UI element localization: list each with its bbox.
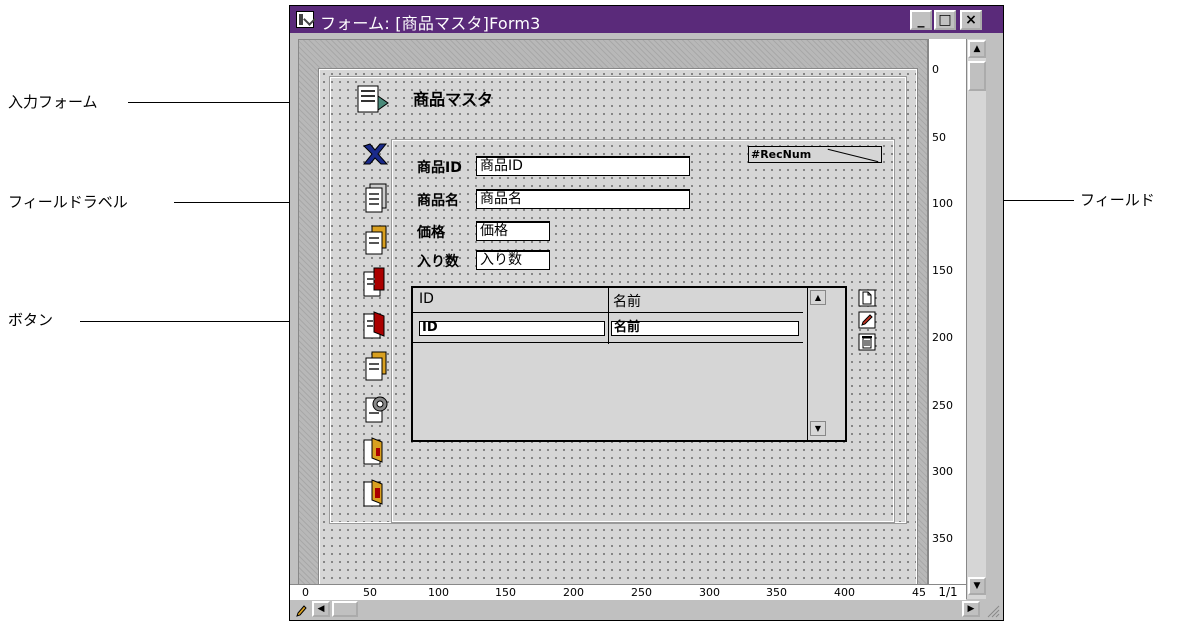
- vruler-tick: 300: [932, 465, 953, 478]
- hruler-tick: 200: [563, 586, 584, 599]
- vruler-tick: 250: [932, 399, 953, 412]
- scroll-down-arrow[interactable]: ▼: [968, 577, 986, 595]
- hruler-tick: 300: [699, 586, 720, 599]
- first-record-button[interactable]: [360, 182, 390, 218]
- subform-delete-button[interactable]: [858, 333, 876, 351]
- hruler-tick: 45: [912, 586, 926, 599]
- hscroll-thumb[interactable]: [332, 601, 358, 617]
- next-record-icon: [363, 267, 385, 297]
- subform-scroll-down[interactable]: ▼: [810, 421, 826, 436]
- hruler-tick: 400: [834, 586, 855, 599]
- print-icon: [365, 396, 388, 423]
- subform-field-id[interactable]: ID: [419, 321, 605, 336]
- edit-pencil-icon: [858, 311, 876, 329]
- save-exit-icon: [363, 437, 383, 465]
- prev-record-icon: [365, 225, 387, 255]
- vruler-tick: 100: [932, 197, 953, 210]
- maximize-button[interactable]: □: [934, 10, 956, 30]
- subform-scrollbar[interactable]: ▲ ▼: [807, 288, 827, 440]
- hruler-tick: 350: [766, 586, 787, 599]
- cancel-exit-icon: [363, 479, 383, 507]
- trash-icon: [858, 333, 876, 351]
- save-exit-button[interactable]: [360, 434, 390, 470]
- label-price[interactable]: 価格: [417, 222, 445, 242]
- vruler-tick: 0: [932, 63, 939, 76]
- hscroll-left-arrow[interactable]: ◀: [312, 601, 330, 617]
- next-record-button[interactable]: [360, 266, 390, 302]
- vruler-tick: 350: [932, 532, 953, 545]
- scroll-up-arrow[interactable]: ▲: [968, 40, 986, 58]
- subform-scroll-up[interactable]: ▲: [810, 290, 826, 305]
- add-record-button[interactable]: [360, 350, 390, 386]
- last-record-icon: [363, 311, 385, 339]
- hruler-tick: 50: [363, 586, 377, 599]
- vertical-scrollbar[interactable]: ▲ ▼: [966, 39, 986, 599]
- callout-field: フィールド: [1080, 191, 1155, 209]
- scroll-thumb[interactable]: [968, 61, 986, 91]
- field-product-id[interactable]: 商品ID: [476, 156, 690, 176]
- label-quantity[interactable]: 入り数: [417, 251, 459, 271]
- form-icon[interactable]: [354, 82, 390, 120]
- close-button[interactable]: ×: [960, 10, 982, 30]
- subform-edit-button[interactable]: [858, 311, 876, 329]
- pencil-icon[interactable]: [294, 603, 308, 617]
- hscroll-right-arrow[interactable]: ▶: [962, 601, 980, 617]
- form-editor-window: フォーム: [商品マスタ]Form3 _ □ × 商品マスタ #RecNum 商: [289, 5, 1004, 621]
- hruler-tick: 100: [428, 586, 449, 599]
- subform-field-name[interactable]: 名前: [611, 321, 799, 336]
- delete-icon: [362, 143, 389, 165]
- cancel-exit-button[interactable]: [360, 476, 390, 512]
- column-header-id[interactable]: ID: [419, 291, 434, 307]
- subform-new-button[interactable]: [858, 289, 876, 307]
- field-quantity[interactable]: 入り数: [476, 250, 550, 270]
- form-canvas[interactable]: 商品マスタ #RecNum 商品ID 商品ID 商品名 商品名 価格 価格 入り…: [298, 39, 928, 586]
- form-editor-icon: [296, 11, 314, 28]
- page-indicator: 1/1: [930, 584, 966, 600]
- field-price[interactable]: 価格: [476, 221, 550, 241]
- hruler-tick: 150: [495, 586, 516, 599]
- callout-input-form: 入力フォーム: [8, 93, 98, 111]
- add-record-icon: [365, 351, 387, 381]
- hruler-tick: 250: [631, 586, 652, 599]
- vruler-tick: 150: [932, 264, 953, 277]
- label-product-name[interactable]: 商品名: [417, 190, 459, 210]
- recnum-field[interactable]: #RecNum: [748, 146, 882, 163]
- delete-button[interactable]: [360, 140, 390, 176]
- column-divider[interactable]: [608, 288, 609, 344]
- vruler-tick: 200: [932, 331, 953, 344]
- horizontal-ruler: 0 50 100 150 200 250 300 350 400 45: [290, 584, 930, 600]
- hruler-tick: 0: [302, 586, 309, 599]
- column-header-name[interactable]: 名前: [613, 291, 641, 311]
- label-product-id[interactable]: 商品ID: [417, 157, 462, 177]
- prev-record-button[interactable]: [360, 224, 390, 260]
- new-document-icon: [858, 289, 876, 307]
- subform[interactable]: ID 名前 ID 名前 ▲ ▼: [411, 286, 847, 442]
- field-product-name[interactable]: 商品名: [476, 189, 690, 209]
- vruler-tick: 50: [932, 131, 946, 144]
- last-record-button[interactable]: [360, 308, 390, 344]
- callout-field-label: フィールドラベル: [8, 193, 128, 211]
- print-button[interactable]: [360, 392, 390, 428]
- title-bar[interactable]: フォーム: [商品マスタ]Form3 _ □ ×: [290, 6, 1003, 33]
- resize-grip-icon[interactable]: [984, 602, 1000, 618]
- detail-divider: [413, 342, 803, 343]
- first-record-icon: [365, 183, 387, 213]
- window-title: フォーム: [商品マスタ]Form3: [320, 14, 541, 33]
- vertical-ruler: 0 50 100 150 200 250 300 350: [928, 39, 966, 586]
- form-title[interactable]: 商品マスタ: [413, 86, 493, 110]
- minimize-button[interactable]: _: [910, 10, 932, 30]
- bottom-bar: ◀ ▶: [290, 600, 1003, 620]
- callout-button: ボタン: [8, 311, 54, 329]
